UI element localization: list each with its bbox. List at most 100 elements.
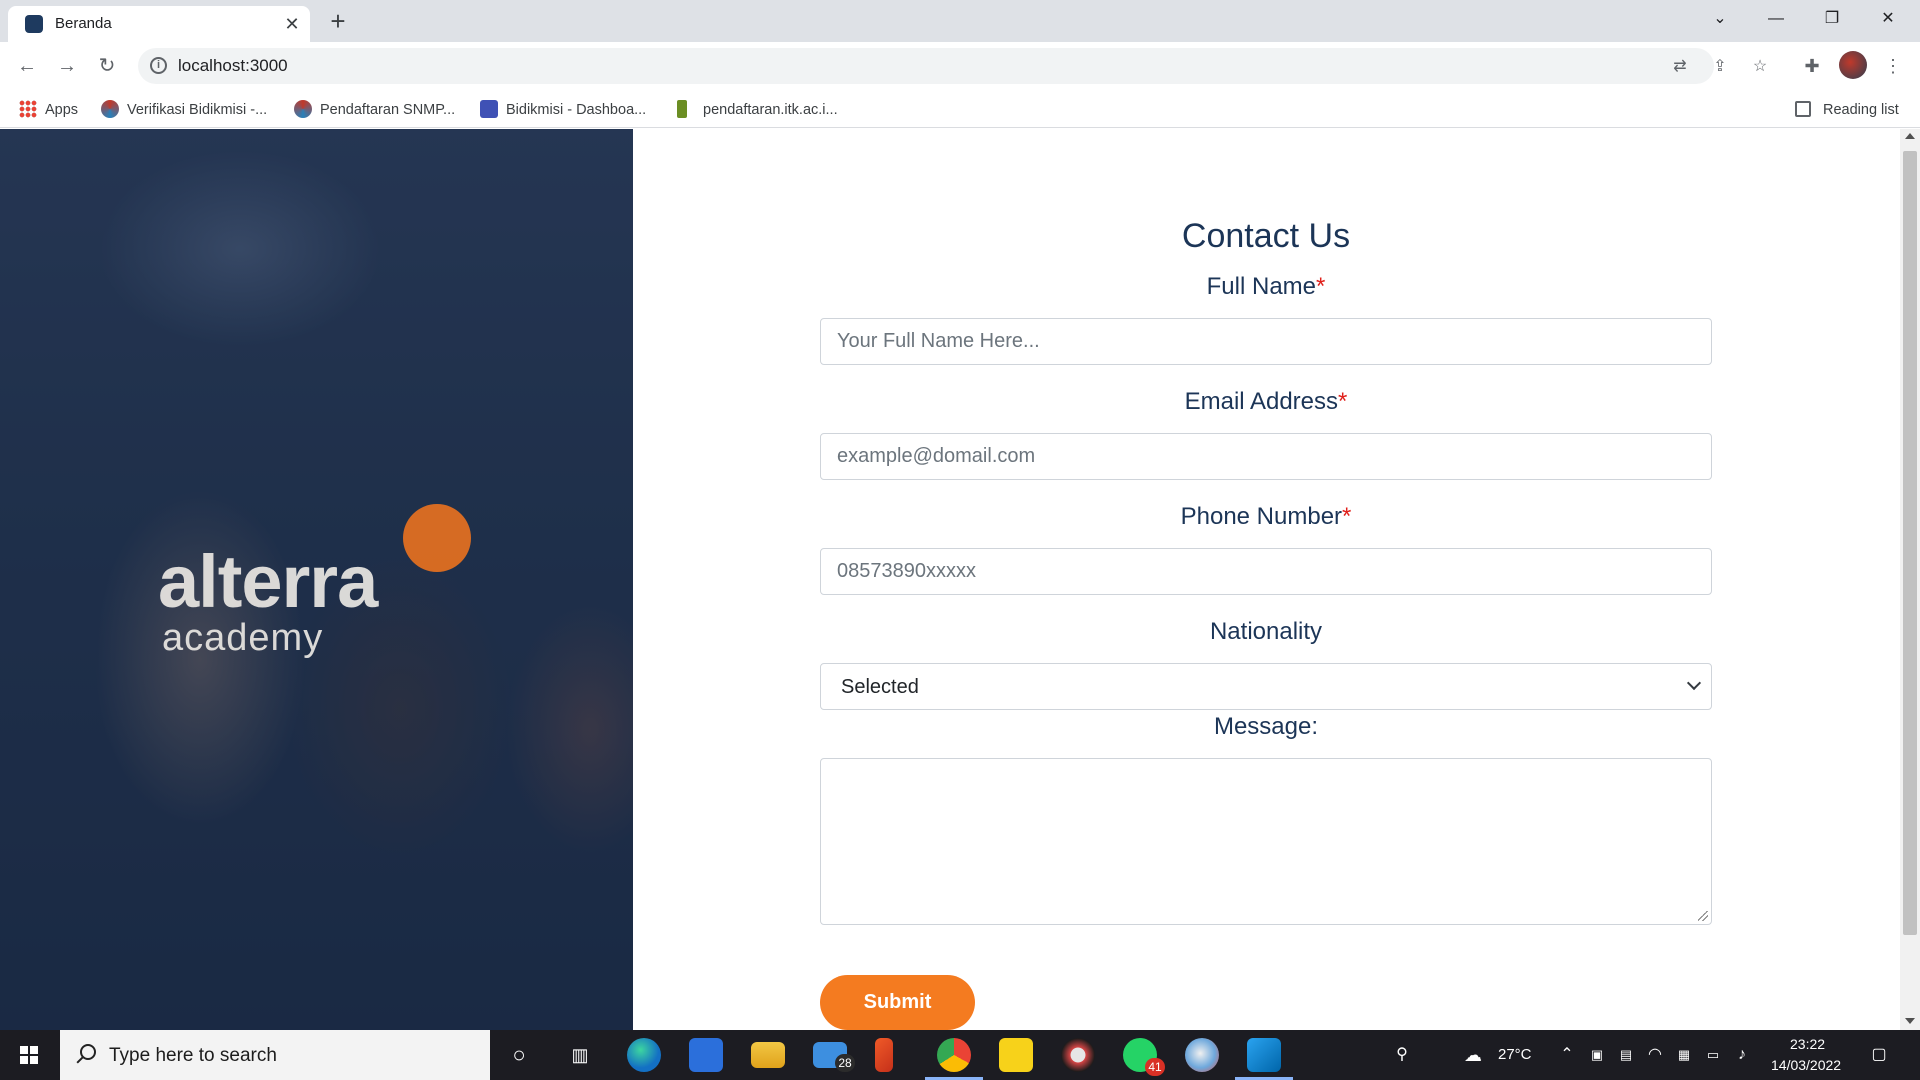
sticky-notes-icon[interactable] bbox=[999, 1038, 1033, 1072]
full-name-label-text: Full Name bbox=[1206, 273, 1316, 300]
form-title: Contact Us bbox=[1181, 217, 1351, 255]
paint-3d-icon[interactable] bbox=[1185, 1038, 1219, 1072]
volume-icon[interactable]: ♪ bbox=[1732, 1045, 1752, 1065]
minimize-button[interactable]: — bbox=[1748, 0, 1804, 38]
react-favicon-icon bbox=[25, 15, 43, 33]
bookmark-label: Bidikmisi - Dashboa... bbox=[506, 102, 647, 118]
scroll-thumb[interactable] bbox=[1903, 151, 1917, 935]
tab-search-chevron-icon[interactable]: ⌄ bbox=[1692, 0, 1748, 38]
bookmarks-bar: Apps Verifikasi Bidikmisi -... Pendaftar… bbox=[0, 90, 1920, 128]
weather-cloud-icon[interactable]: ☁ bbox=[1463, 1045, 1483, 1065]
bookmark-label: pendaftaran.itk.ac.i... bbox=[703, 102, 838, 118]
scroll-down-arrow-icon[interactable] bbox=[1905, 1018, 1915, 1024]
page-scrollbar[interactable] bbox=[1900, 129, 1920, 1030]
bookmark-pendaftaran-snmp[interactable]: Pendaftaran SNMP... bbox=[294, 99, 455, 121]
file-explorer-icon[interactable] bbox=[751, 1042, 785, 1068]
resize-grip-icon[interactable] bbox=[1698, 911, 1708, 921]
cortana-circle-icon[interactable]: ○ bbox=[509, 1044, 529, 1066]
chevron-down-icon bbox=[1686, 675, 1702, 691]
mail-badge: 28 bbox=[835, 1054, 855, 1072]
extensions-icon[interactable]: ✚ bbox=[1797, 51, 1827, 81]
paint-app-icon[interactable] bbox=[1061, 1038, 1095, 1072]
bidikmisi-logo-icon bbox=[101, 100, 119, 118]
phone-label-text: Phone Number bbox=[1180, 503, 1343, 530]
chevron-up-icon[interactable]: ⌃ bbox=[1557, 1045, 1577, 1065]
new-tab-button[interactable]: + bbox=[324, 8, 352, 36]
url-text[interactable]: localhost:3000 bbox=[178, 56, 288, 76]
menu-kebab-icon[interactable]: ⋮ bbox=[1878, 51, 1908, 81]
battery-icon[interactable]: ▭ bbox=[1703, 1045, 1723, 1065]
nationality-label: Nationality bbox=[1209, 618, 1323, 645]
audio-app-icon[interactable] bbox=[875, 1038, 893, 1072]
close-window-button[interactable]: ✕ bbox=[1860, 0, 1916, 38]
bookmark-label: Verifikasi Bidikmisi -... bbox=[127, 102, 268, 118]
email-input[interactable] bbox=[820, 433, 1712, 480]
restore-button[interactable]: ❐ bbox=[1804, 0, 1860, 38]
phone-input[interactable] bbox=[820, 548, 1712, 595]
bookmark-star-icon[interactable]: ☆ bbox=[1748, 55, 1772, 79]
bookmark-verifikasi-bidikmisi[interactable]: Verifikasi Bidikmisi -... bbox=[101, 99, 267, 121]
forward-button[interactable]: → bbox=[51, 50, 83, 82]
full-name-label: Full Name* bbox=[820, 273, 1712, 301]
security-icon[interactable]: ▤ bbox=[1616, 1045, 1636, 1065]
full-name-input[interactable] bbox=[820, 318, 1712, 365]
email-label-text: Email Address bbox=[1184, 388, 1339, 415]
nationality-selected-value: Selected bbox=[841, 676, 919, 698]
dashboard-logo-icon bbox=[480, 100, 498, 118]
translate-icon[interactable]: ⇄ bbox=[1668, 55, 1692, 79]
mail-icon[interactable]: 28 bbox=[813, 1042, 855, 1072]
bookmark-bidikmisi-dashboard[interactable]: Bidikmisi - Dashboa... bbox=[480, 99, 646, 121]
chrome-icon[interactable] bbox=[937, 1038, 971, 1072]
logo-academy-text: academy bbox=[162, 617, 324, 659]
logo-orange-dot bbox=[403, 504, 471, 572]
site-info-icon[interactable]: i bbox=[150, 57, 167, 74]
bookmark-label: Pendaftaran SNMP... bbox=[320, 102, 456, 118]
wifi-icon[interactable]: ◠ bbox=[1645, 1045, 1665, 1065]
task-view-icon[interactable]: ▥ bbox=[570, 1045, 590, 1065]
browser-toolbar: ← → ↻ i localhost:3000 ⇄ ⇪ ☆ ✚ ⋮ bbox=[0, 42, 1920, 90]
nationality-select[interactable]: Selected bbox=[820, 663, 1712, 710]
clock-time[interactable]: 23:22 bbox=[1790, 1036, 1825, 1052]
bookmark-apps[interactable]: Apps bbox=[19, 99, 78, 121]
reload-button[interactable]: ↻ bbox=[91, 50, 123, 82]
taskbar-search-box[interactable]: Type here to search bbox=[60, 1030, 490, 1080]
reading-list-button[interactable]: Reading list bbox=[1795, 99, 1899, 121]
bookmark-label: Apps bbox=[45, 102, 79, 118]
apps-grid-icon bbox=[19, 100, 37, 118]
required-mark: * bbox=[1338, 388, 1348, 415]
message-label: Message: bbox=[1213, 713, 1319, 740]
required-mark: * bbox=[1342, 503, 1352, 530]
back-button[interactable]: ← bbox=[11, 50, 43, 82]
bookmark-pendaftaran-itk[interactable]: pendaftaran.itk.ac.i... bbox=[677, 99, 838, 121]
reading-list-icon bbox=[1795, 101, 1811, 117]
taskbar-search-placeholder: Type here to search bbox=[109, 1045, 277, 1066]
clock-date[interactable]: 14/03/2022 bbox=[1771, 1057, 1841, 1073]
profile-avatar[interactable] bbox=[1839, 51, 1867, 79]
microsoft-store-icon[interactable] bbox=[689, 1038, 723, 1072]
windows-taskbar: Type here to search ○ ▥ 28 41 ⚲ ☁ 27°C ⌃… bbox=[0, 1030, 1920, 1080]
phone-label: Phone Number* bbox=[820, 503, 1712, 531]
start-button[interactable] bbox=[0, 1030, 58, 1080]
vscode-icon[interactable] bbox=[1247, 1038, 1281, 1072]
keyboard-icon[interactable]: ▦ bbox=[1674, 1045, 1694, 1065]
weather-temperature[interactable]: 27°C bbox=[1498, 1046, 1532, 1063]
whatsapp-icon[interactable]: 41 bbox=[1123, 1038, 1165, 1076]
email-label: Email Address* bbox=[820, 388, 1712, 416]
logo-alterra-text: alterra bbox=[158, 540, 378, 623]
page-viewport: alterra academy Contact Us Full Name* Em… bbox=[0, 129, 1900, 1030]
snmp-logo-icon bbox=[294, 100, 312, 118]
people-icon[interactable]: ⚲ bbox=[1392, 1045, 1412, 1065]
scroll-up-arrow-icon[interactable] bbox=[1905, 133, 1915, 139]
share-icon[interactable]: ⇪ bbox=[1708, 55, 1732, 79]
required-mark: * bbox=[1316, 273, 1326, 300]
notification-icon[interactable]: ▢ bbox=[1869, 1045, 1889, 1065]
hero-image-panel: alterra academy bbox=[0, 129, 633, 1030]
search-icon bbox=[80, 1044, 96, 1060]
message-textarea[interactable] bbox=[820, 758, 1712, 925]
close-tab-icon[interactable]: ✕ bbox=[280, 12, 304, 36]
browser-tab-beranda[interactable]: Beranda ✕ bbox=[8, 6, 310, 42]
edge-browser-icon[interactable] bbox=[627, 1038, 661, 1072]
meet-now-icon[interactable]: ▣ bbox=[1587, 1045, 1607, 1065]
address-bar[interactable]: i localhost:3000 ⇄ ⇪ ☆ bbox=[138, 48, 1767, 84]
submit-button[interactable]: Submit bbox=[820, 975, 975, 1030]
